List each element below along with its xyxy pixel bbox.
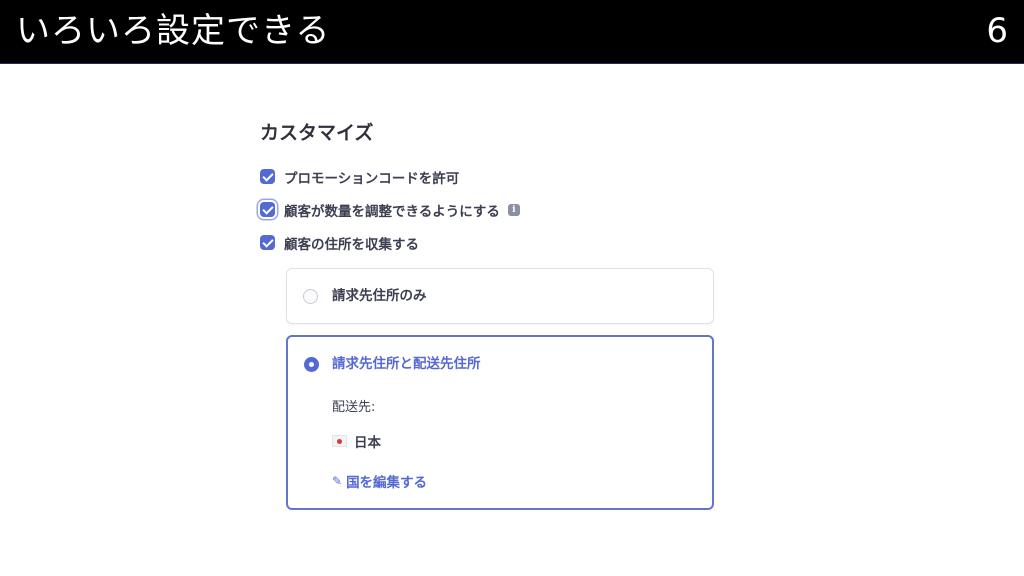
billing-only-radio[interactable] [303, 289, 318, 304]
billing-and-shipping-card[interactable]: 請求先住所と配送先住所 配送先: 日本 ✎ 国を編集する [286, 335, 714, 510]
slide-title: いろいろ設定できる [16, 11, 331, 51]
japan-flag-icon [332, 435, 347, 447]
billing-and-shipping-label: 請求先住所と配送先住所 [332, 356, 481, 372]
edit-countries-label: 国を編集する [346, 475, 428, 491]
adjust-quantity-checkbox[interactable] [260, 202, 275, 217]
pencil-icon: ✎ [332, 474, 343, 488]
billing-only-card[interactable]: 請求先住所のみ [286, 268, 714, 324]
collect-address-label: 顧客の住所を収集する [284, 236, 419, 253]
page-number: 6 [986, 11, 1008, 51]
allow-promo-code-checkbox[interactable] [260, 169, 275, 184]
country-name: 日本 [354, 435, 381, 451]
collect-address-option[interactable]: 顧客の住所を収集する [258, 226, 718, 259]
slide-header: いろいろ設定できる 6 [0, 0, 1024, 64]
allow-promo-code-label: プロモーションコードを許可 [284, 170, 460, 187]
country-row: 日本 [332, 431, 381, 451]
adjust-quantity-label: 顧客が数量を調整できるようにする [284, 203, 500, 220]
shipping-destination-label: 配送先: [332, 400, 376, 415]
adjust-quantity-option[interactable]: 顧客が数量を調整できるようにする i [258, 193, 718, 226]
allow-promo-code-option[interactable]: プロモーションコードを許可 [258, 160, 718, 193]
billing-only-label: 請求先住所のみ [332, 288, 427, 304]
section-title: カスタマイズ [260, 122, 374, 144]
info-icon[interactable]: i [507, 203, 520, 216]
collect-address-checkbox[interactable] [260, 235, 275, 250]
billing-and-shipping-radio[interactable] [304, 357, 319, 372]
edit-countries-link[interactable]: ✎ 国を編集する [332, 471, 427, 491]
customize-panel: カスタマイズ プロモーションコードを許可 顧客が数量を調整できるようにする i … [258, 112, 718, 259]
